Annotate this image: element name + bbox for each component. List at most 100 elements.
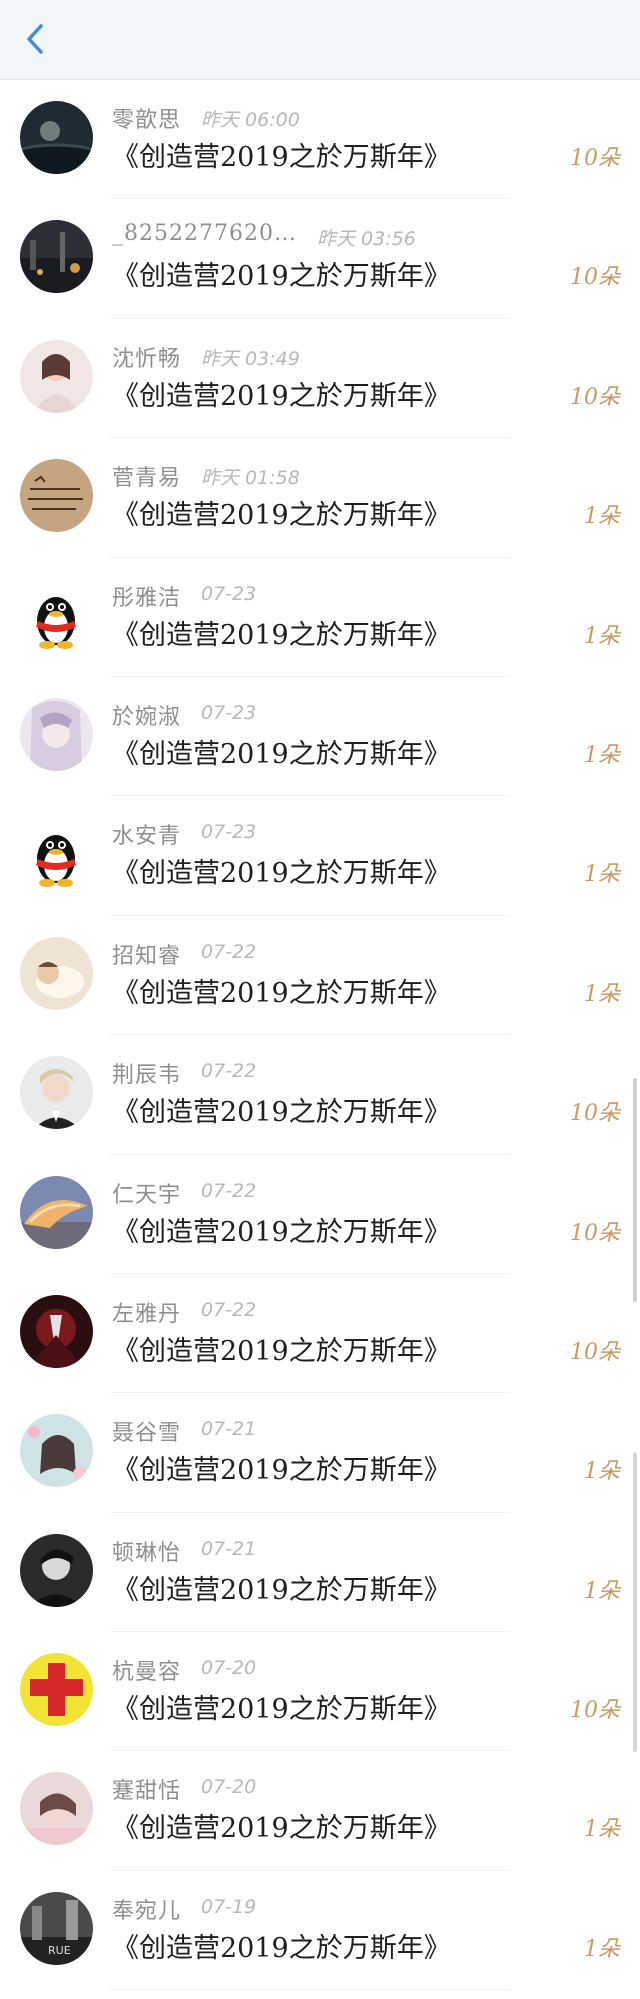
gift-record-row[interactable]: 菅青易 昨天 01:58 《创造营2019之於万斯年》 1朵 — [0, 438, 640, 558]
send-time: 07-21 — [201, 1537, 257, 1560]
gift-title: 《创造营2019之於万斯年》 — [112, 380, 451, 412]
gift-title: 《创造营2019之於万斯年》 — [112, 858, 451, 890]
gift-record-row[interactable]: 聂谷雪 07-21 《创造营2019之於万斯年》 1朵 — [0, 1393, 640, 1513]
avatar[interactable] — [20, 817, 93, 891]
sender-name: 沈忻畅 — [112, 346, 182, 372]
gift-title: 《创造营2019之於万斯年》 — [112, 142, 451, 173]
avatar[interactable] — [20, 1653, 93, 1727]
flower-count: 10朵 — [570, 1220, 620, 1246]
send-time: 07-23 — [201, 582, 257, 605]
gift-title: 《创造营2019之於万斯年》 — [112, 500, 451, 532]
gift-title: 《创造营2019之於万斯年》 — [112, 1097, 451, 1129]
gift-record-row[interactable]: 杭曼容 07-20 《创造营2019之於万斯年》 10朵 — [0, 1632, 640, 1752]
sender-name: 於婉淑 — [112, 704, 182, 730]
send-time: 07-22 — [201, 1179, 257, 1202]
flower-count: 1朵 — [584, 623, 620, 649]
send-time: 07-22 — [201, 1060, 257, 1083]
gift-title: 《创造营2019之於万斯年》 — [112, 738, 451, 770]
send-time: 昨天 01:58 — [201, 467, 300, 490]
gift-record-row[interactable]: 於婉淑 07-23 《创造营2019之於万斯年》 1朵 — [0, 677, 640, 797]
send-time: 07-23 — [201, 701, 257, 724]
sender-name: 荆辰韦 — [112, 1063, 182, 1089]
avatar[interactable] — [20, 1533, 93, 1607]
send-time: 07-22 — [201, 940, 257, 963]
gift-record-row[interactable]: 蹇甜恬 07-20 《创造营2019之於万斯年》 1朵 — [0, 1751, 640, 1871]
gift-record-row[interactable]: 沈忻畅 昨天 03:49 《创造营2019之於万斯年》 10朵 — [0, 319, 640, 439]
gift-record-row[interactable]: _8252277620… 昨天 03:56 《创造营2019之於万斯年》 10朵 — [0, 199, 640, 319]
avatar[interactable] — [20, 1294, 93, 1368]
flower-count: 10朵 — [570, 1101, 620, 1127]
flower-count: 1朵 — [584, 504, 620, 530]
gift-title: 《创造营2019之於万斯年》 — [112, 619, 451, 651]
send-time: 昨天 06:00 — [201, 109, 300, 131]
sender-name: 零歆思 — [112, 108, 182, 133]
sender-name: 左雅丹 — [112, 1301, 182, 1327]
gift-record-row[interactable]: 零歆思 昨天 06:00 《创造营2019之於万斯年》 10朵 — [0, 80, 640, 200]
flower-count: 10朵 — [570, 265, 620, 291]
send-time: 07-23 — [201, 821, 257, 844]
flower-count: 1朵 — [584, 981, 620, 1007]
gift-title: 《创造营2019之於万斯年》 — [112, 1932, 451, 1964]
sender-name: 菅青易 — [112, 466, 182, 492]
flower-count: 10朵 — [570, 1698, 620, 1724]
avatar[interactable] — [20, 101, 93, 174]
sender-name: 水安青 — [112, 824, 182, 850]
sender-name: 奉宛儿 — [112, 1898, 182, 1924]
avatar[interactable] — [20, 1772, 93, 1846]
gift-record-row[interactable]: 荆辰韦 07-22 《创造营2019之於万斯年》 10朵 — [0, 1035, 640, 1155]
gift-record-row[interactable]: 招知睿 07-22 《创造营2019之於万斯年》 1朵 — [0, 916, 640, 1036]
sender-name: 彤雅洁 — [112, 585, 182, 611]
gift-title: 《创造营2019之於万斯年》 — [112, 977, 451, 1009]
flower-count: 1朵 — [584, 1578, 620, 1604]
sender-name: 聂谷雪 — [112, 1421, 182, 1447]
avatar[interactable] — [20, 936, 93, 1010]
send-time: 07-22 — [201, 1298, 257, 1321]
flower-count: 1朵 — [584, 1817, 620, 1843]
gift-record-row[interactable]: RUE 奉宛儿 07-19 《创造营2019之於万斯年》 1朵 — [0, 1871, 640, 1991]
gift-record-row[interactable]: 彤雅洁 07-23 《创造营2019之於万斯年》 1朵 — [0, 558, 640, 677]
send-time: 昨天 03:49 — [201, 347, 300, 370]
avatar[interactable] — [20, 220, 93, 294]
send-time: 07-20 — [201, 1657, 257, 1680]
gift-record-row[interactable]: 顿琳怡 07-21 《创造营2019之於万斯年》 1朵 — [0, 1513, 640, 1633]
avatar[interactable] — [20, 578, 93, 652]
gift-title: 《创造营2019之於万斯年》 — [112, 1574, 451, 1606]
scrollbar-thumb-secondary[interactable] — [633, 1452, 637, 1752]
sender-name: 仁天宇 — [112, 1182, 182, 1208]
sender-name: 杭曼容 — [112, 1660, 182, 1686]
back-button[interactable] — [18, 22, 52, 56]
scrollbar-thumb[interactable] — [633, 1078, 637, 1302]
flower-count: 1朵 — [584, 742, 620, 768]
gift-title: 《创造营2019之於万斯年》 — [112, 1335, 451, 1367]
avatar[interactable] — [20, 339, 93, 413]
flower-count: 10朵 — [570, 1339, 620, 1365]
flower-count: 1朵 — [584, 862, 620, 888]
flower-count: 1朵 — [584, 1459, 620, 1485]
gift-record-row[interactable]: 仁天宇 07-22 《创造营2019之於万斯年》 10朵 — [0, 1155, 640, 1274]
avatar[interactable]: RUE — [20, 1891, 93, 1965]
avatar[interactable] — [20, 459, 93, 533]
gift-record-list: 零歆思 昨天 06:00 《创造营2019之於万斯年》 10朵 _8252277620…… — [0, 80, 640, 1991]
sender-name: 蹇甜恬 — [112, 1779, 182, 1805]
gift-record-row[interactable]: 水安青 07-23 《创造营2019之於万斯年》 1朵 — [0, 796, 640, 916]
gift-record-row[interactable]: 左雅丹 07-22 《创造营2019之於万斯年》 10朵 — [0, 1274, 640, 1394]
svg-text:RUE: RUE — [48, 1944, 71, 1957]
send-time: 07-21 — [201, 1418, 257, 1441]
flower-count: 10朵 — [570, 146, 620, 171]
avatar[interactable] — [20, 697, 93, 771]
sender-name: 顿琳怡 — [112, 1540, 182, 1566]
gift-title: 《创造营2019之於万斯年》 — [112, 1813, 451, 1845]
sender-name: 招知睿 — [112, 943, 182, 969]
send-time: 07-20 — [201, 1776, 257, 1799]
avatar[interactable] — [20, 1414, 93, 1488]
sender-name: _8252277620… — [112, 221, 297, 247]
gift-title: 《创造营2019之於万斯年》 — [112, 1694, 451, 1726]
top-bar — [0, 0, 640, 80]
gift-title: 《创造营2019之於万斯年》 — [112, 1216, 451, 1248]
avatar[interactable] — [20, 1056, 93, 1130]
avatar[interactable] — [20, 1175, 93, 1249]
flower-count: 10朵 — [570, 384, 620, 410]
send-time: 07-19 — [201, 1895, 257, 1918]
send-time: 昨天 03:56 — [316, 228, 416, 251]
flower-count: 1朵 — [584, 1936, 620, 1962]
